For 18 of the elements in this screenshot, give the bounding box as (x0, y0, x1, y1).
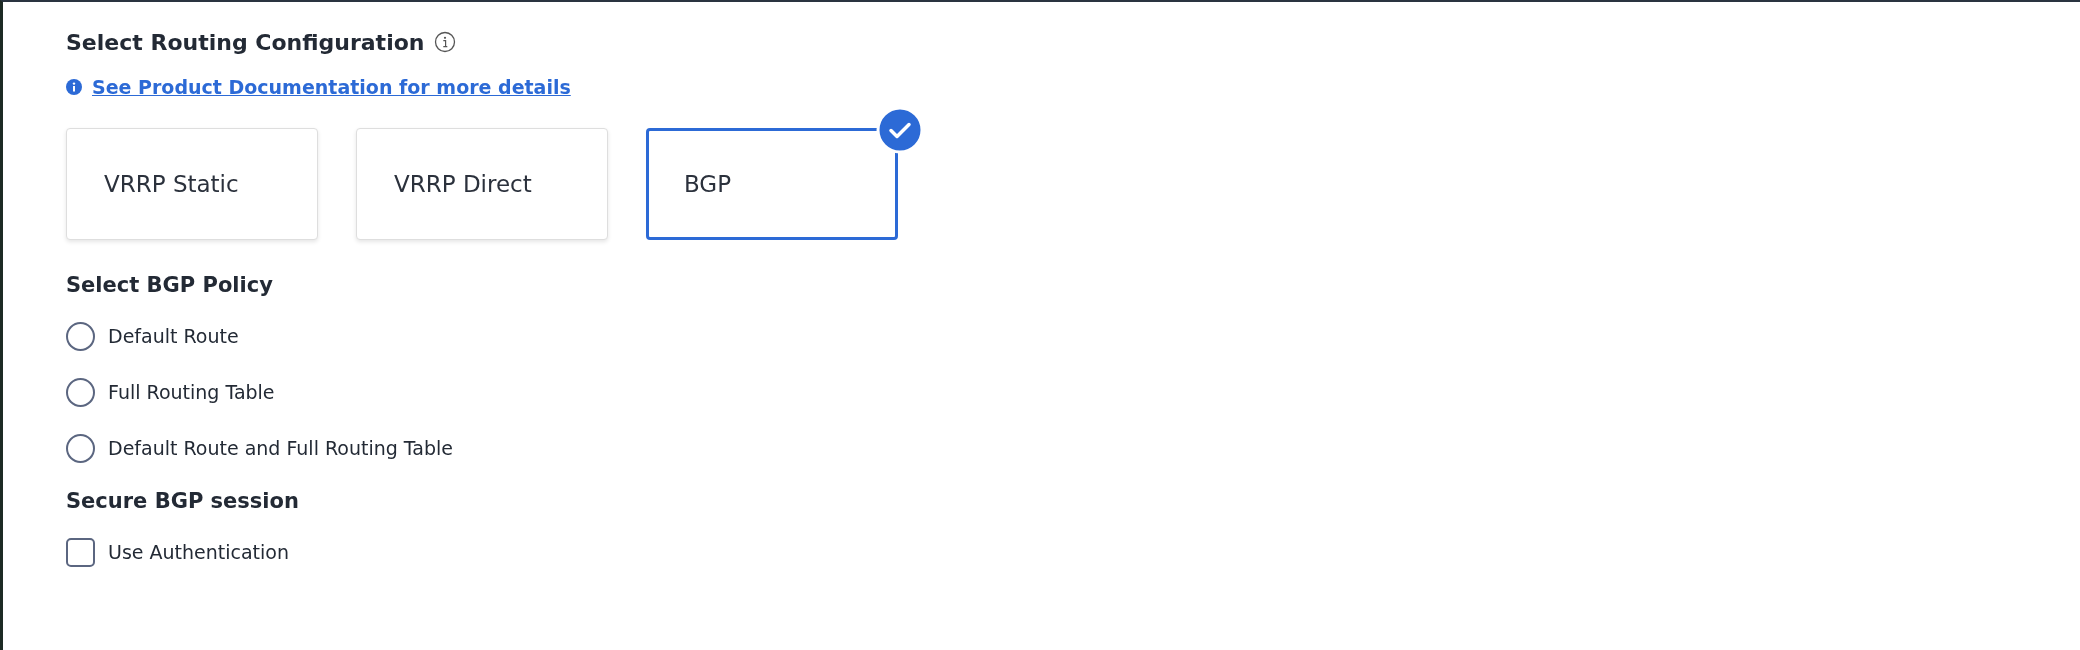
option-card[interactable]: VRRP Direct (356, 128, 608, 240)
checkbox[interactable] (66, 537, 95, 567)
option-card[interactable]: BGP (646, 128, 898, 240)
radio-button[interactable] (66, 433, 95, 463)
checkbox-label: Use Authentication (108, 541, 289, 563)
radio-label: Full Routing Table (108, 381, 275, 403)
info-icon (66, 79, 82, 95)
section-title: Secure BGP session (66, 488, 300, 515)
section-title: Select BGP Policy (66, 272, 274, 299)
documentation-link[interactable]: See Product Documentation for more details (92, 76, 571, 98)
radio-button[interactable] (66, 377, 95, 407)
section-title: Select Routing Configuration (66, 29, 425, 55)
option-card[interactable]: VRRP Static (66, 128, 318, 240)
info-icon[interactable] (434, 31, 457, 53)
check-icon (876, 106, 924, 154)
radio-label: Default Route and Full Routing Table (108, 437, 453, 459)
radio-label: Default Route (108, 325, 239, 347)
radio-button[interactable] (66, 321, 95, 351)
